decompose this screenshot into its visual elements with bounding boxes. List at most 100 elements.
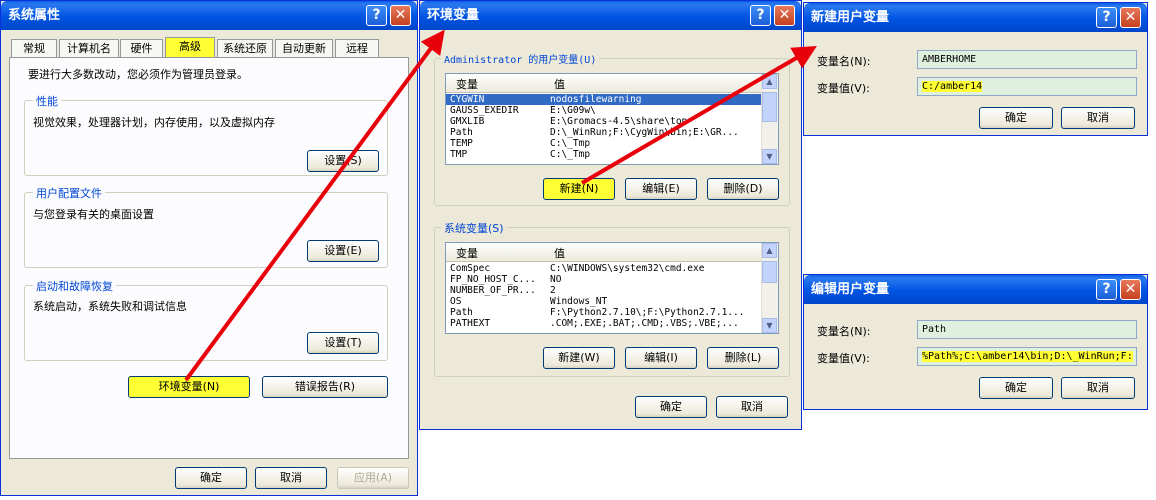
scroll-down-icon[interactable]: ▼ — [762, 149, 777, 164]
user-profile-label: 用户配置文件 — [33, 185, 105, 201]
scroll-up-icon[interactable]: ▲ — [762, 74, 777, 89]
cancel-button[interactable]: 取消 — [255, 467, 327, 489]
column-header-variable[interactable]: 变量 — [456, 76, 478, 92]
variable-name-input[interactable]: AMBERHOME — [917, 50, 1137, 69]
system-new-button[interactable]: 新建(W) — [543, 347, 615, 369]
admin-note: 要进行大多数改动，您必须作为管理员登录。 — [28, 68, 248, 81]
close-icon[interactable]: ✕ — [774, 5, 795, 26]
user-profile-group: 用户配置文件 与您登录有关的桌面设置 设置(E) — [24, 185, 388, 268]
variable-name: ComSpec — [450, 263, 491, 274]
window-title: 环境变量 — [427, 8, 480, 23]
help-icon[interactable]: ? — [1096, 7, 1117, 28]
cancel-button[interactable]: 取消 — [1061, 107, 1135, 129]
list-header: 变量 值 — [446, 243, 764, 262]
apply-button[interactable]: 应用(A) — [337, 467, 409, 489]
startup-recovery-settings-button[interactable]: 设置(T) — [307, 332, 379, 354]
cancel-button[interactable]: 取消 — [716, 396, 788, 418]
scroll-up-icon[interactable]: ▲ — [762, 243, 777, 258]
list-item[interactable]: Path F:\Python2.7.10\;F:\Python2.7.1... — [446, 307, 764, 318]
environment-variables-button[interactable]: 环境变量(N) — [128, 376, 250, 398]
system-edit-button[interactable]: 编辑(I) — [625, 347, 697, 369]
variable-value: E:\G09w\ — [550, 105, 596, 116]
system-variables-list[interactable]: 变量 值 ComSpec C:\WINDOWS\system32\cmd.exe F… — [445, 242, 779, 334]
list-item[interactable]: Path D:\_WinRun;F:\CygWin\bin;E:\GR... — [446, 127, 764, 138]
user-delete-button[interactable]: 删除(D) — [707, 178, 779, 200]
variable-name: Path — [450, 127, 473, 138]
list-item[interactable]: FP_NO_HOST_C... NO — [446, 274, 764, 285]
list-item[interactable]: GMXLIB E:\Gromacs-4.5\share\top — [446, 116, 764, 127]
variable-name: PATHEXT — [450, 318, 491, 329]
user-variables-list[interactable]: 变量 值 CYGWIN nodosfilewarning GAUSS_EXEDIR E… — [445, 73, 779, 165]
scroll-thumb[interactable] — [762, 261, 777, 283]
new-user-variable-window: 新建用户变量 ? ✕ 变量名(N): AMBERHOME 变量值(V): C:/… — [803, 2, 1148, 136]
column-header-variable[interactable]: 变量 — [456, 245, 478, 261]
list-item[interactable]: ComSpec C:\WINDOWS\system32\cmd.exe — [446, 263, 764, 274]
close-icon[interactable]: ✕ — [390, 5, 411, 26]
list-item[interactable]: PATHEXT .COM;.EXE;.BAT;.CMD;.VBS;.VBE;... — [446, 318, 764, 329]
scroll-thumb[interactable] — [762, 92, 777, 122]
title-bar: 编辑用户变量 ? ✕ — [804, 275, 1147, 304]
ok-button[interactable]: 确定 — [635, 396, 707, 418]
environment-variables-window: 环境变量 ? ✕ Administrator 的用户变量(U) 变量 值 CYG… — [419, 0, 802, 430]
performance-settings-button[interactable]: 设置(S) — [307, 150, 379, 172]
tab-auto-update[interactable]: 自动更新 — [275, 39, 333, 57]
user-new-button[interactable]: 新建(N) — [543, 178, 615, 200]
vertical-scrollbar[interactable]: ▲ ▼ — [761, 243, 778, 333]
list-item[interactable]: NUMBER_OF_PR... 2 — [446, 285, 764, 296]
variable-value-input[interactable]: C:/amber14 — [917, 77, 1137, 96]
tab-system-restore[interactable]: 系统还原 — [217, 39, 273, 57]
edit-user-variable-window: 编辑用户变量 ? ✕ 变量名(N): Path 变量值(V): %Path%;C… — [803, 274, 1148, 410]
close-icon[interactable]: ✕ — [1120, 279, 1141, 300]
performance-desc: 视觉效果，处理器计划，内存使用，以及虚拟内存 — [33, 116, 275, 129]
user-variables-label: Administrator 的用户变量(U) — [441, 51, 600, 66]
variable-name: GMXLIB — [450, 116, 485, 127]
variable-value: .COM;.EXE;.BAT;.CMD;.VBS;.VBE;... — [550, 318, 739, 329]
variable-name: OS — [450, 296, 462, 307]
user-edit-button[interactable]: 编辑(E) — [625, 178, 697, 200]
variable-name: NUMBER_OF_PR... — [450, 285, 536, 296]
system-delete-button[interactable]: 删除(L) — [707, 347, 779, 369]
list-item[interactable]: TEMP C:\_Tmp — [446, 138, 764, 149]
window-title: 新建用户变量 — [811, 10, 890, 25]
column-header-value[interactable]: 值 — [554, 76, 565, 92]
list-header: 变量 值 — [446, 74, 764, 93]
help-icon[interactable]: ? — [366, 5, 387, 26]
close-icon[interactable]: ✕ — [1120, 7, 1141, 28]
variable-name: CYGWIN — [450, 94, 485, 105]
tab-general[interactable]: 常规 — [11, 39, 57, 57]
cancel-button[interactable]: 取消 — [1061, 377, 1135, 399]
list-item[interactable]: TMP C:\_Tmp — [446, 149, 764, 160]
help-icon[interactable]: ? — [1096, 279, 1117, 300]
help-icon[interactable]: ? — [750, 5, 771, 26]
system-variables-group: 系统变量(S) 变量 值 ComSpec C:\WINDOWS\system32\… — [434, 220, 790, 377]
variable-value-label: 变量值(V): — [817, 82, 870, 95]
tab-hardware[interactable]: 硬件 — [120, 39, 163, 57]
scroll-down-icon[interactable]: ▼ — [762, 318, 777, 333]
ok-button[interactable]: 确定 — [175, 467, 247, 489]
window-title: 系统属性 — [8, 8, 61, 23]
system-properties-window: 系统属性 ? ✕ 常规 计算机名 硬件 高级 系统还原 自动更新 远程 要进行大… — [0, 0, 418, 496]
user-profile-desc: 与您登录有关的桌面设置 — [33, 208, 154, 221]
user-profile-settings-button[interactable]: 设置(E) — [307, 240, 379, 262]
startup-recovery-group: 启动和故障恢复 系统启动，系统失败和调试信息 设置(T) — [24, 278, 388, 361]
variable-value-label: 变量值(V): — [817, 352, 870, 365]
vertical-scrollbar[interactable]: ▲ ▼ — [761, 74, 778, 164]
error-reporting-button[interactable]: 错误报告(R) — [262, 376, 388, 398]
list-item[interactable]: CYGWIN nodosfilewarning — [446, 94, 764, 105]
tab-remote[interactable]: 远程 — [335, 39, 379, 57]
tab-advanced[interactable]: 高级 — [165, 37, 215, 57]
variable-name-input[interactable]: Path — [917, 320, 1137, 339]
ok-button[interactable]: 确定 — [979, 107, 1053, 129]
variable-value-text: C:/amber14 — [922, 81, 983, 92]
column-header-value[interactable]: 值 — [554, 245, 565, 261]
ok-button[interactable]: 确定 — [979, 377, 1053, 399]
startup-recovery-desc: 系统启动，系统失败和调试信息 — [33, 300, 187, 313]
variable-value: C:\WINDOWS\system32\cmd.exe — [550, 263, 705, 274]
variable-value-input[interactable]: %Path%;C:\amber14\bin;D:\_WinRun;F: — [917, 347, 1137, 366]
list-item[interactable]: GAUSS_EXEDIR E:\G09w\ — [446, 105, 764, 116]
user-variables-group: Administrator 的用户变量(U) 变量 值 CYGWIN nodosf… — [434, 51, 790, 206]
list-item[interactable]: OS Windows_NT — [446, 296, 764, 307]
tab-computer-name[interactable]: 计算机名 — [59, 39, 119, 57]
performance-label: 性能 — [33, 93, 61, 109]
variable-value: D:\_WinRun;F:\CygWin\bin;E:\GR... — [550, 127, 739, 138]
